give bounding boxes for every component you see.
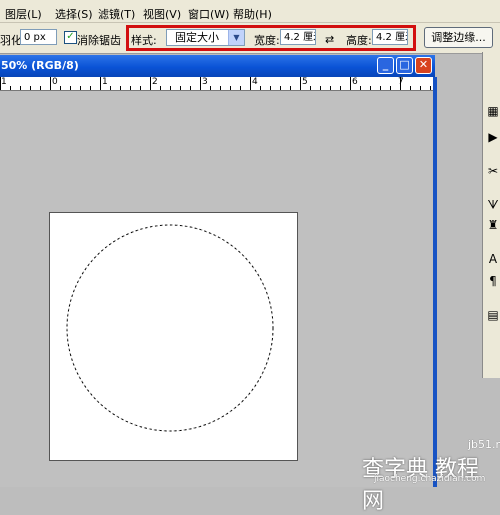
- ruler-tick: [140, 86, 141, 90]
- ruler-tick: [20, 86, 21, 90]
- selection-marquee: [66, 224, 274, 432]
- ruler-tick: [120, 86, 121, 90]
- layers-icon[interactable]: ▤: [486, 308, 500, 322]
- ruler-tick: [170, 86, 171, 90]
- ruler-tick: [50, 77, 51, 90]
- ruler-tick: [110, 86, 111, 90]
- highlight-box: [126, 25, 416, 51]
- feather-input[interactable]: 0 px: [20, 29, 57, 45]
- ruler-tick: [180, 86, 181, 90]
- menu-help[interactable]: 帮助(H): [233, 6, 272, 22]
- ruler-number: 6: [352, 77, 358, 87]
- ruler-tick: [0, 77, 1, 90]
- stamp-icon[interactable]: ♜: [486, 218, 500, 232]
- ruler-tick: [60, 86, 61, 90]
- ruler-tick: [150, 77, 151, 90]
- ruler-tick: [210, 86, 211, 90]
- ruler-tick: [230, 86, 231, 90]
- document-canvas[interactable]: [49, 212, 298, 461]
- horizontal-ruler: 1 0 1 2 3 4 5 6 7: [0, 77, 433, 91]
- ruler-tick: [340, 86, 341, 90]
- ruler-tick: [390, 86, 391, 90]
- maximize-icon[interactable]: □: [396, 57, 413, 74]
- ruler-tick: [330, 86, 331, 90]
- paragraph-icon[interactable]: ¶: [486, 274, 500, 288]
- play-icon[interactable]: ▶: [486, 130, 500, 144]
- tool-palette: ▦ ▶ ✂ ᗐ ♜ A ¶ ▤: [482, 52, 500, 378]
- refine-edge-button[interactable]: 调整边缘...: [424, 27, 493, 48]
- window-border: [433, 77, 437, 487]
- ruler-tick: [310, 86, 311, 90]
- menu-filter[interactable]: 滤镜(T): [98, 6, 135, 22]
- ruler-number: 2: [152, 77, 158, 87]
- ruler-tick: [200, 77, 201, 90]
- ruler-tick: [130, 86, 131, 90]
- ruler-tick: [80, 86, 81, 90]
- ruler-tick: [430, 86, 431, 90]
- ruler-tick: [360, 86, 361, 90]
- menu-select[interactable]: 选择(S): [55, 6, 93, 22]
- ruler-number: 4: [252, 77, 258, 87]
- menu-window[interactable]: 窗口(W): [188, 6, 229, 22]
- ruler-tick: [40, 86, 41, 90]
- ruler-tick: [260, 86, 261, 90]
- ruler-tick: [280, 86, 281, 90]
- ruler-tick: [270, 86, 271, 90]
- ruler-number: 0: [52, 77, 58, 87]
- document-titlebar[interactable]: 50% (RGB/8): [0, 55, 435, 77]
- watermark-url: jiaocheng.chazidian.com: [374, 474, 486, 484]
- ruler-tick: [90, 86, 91, 90]
- ruler-tick: [30, 86, 31, 90]
- ruler-tick: [370, 86, 371, 90]
- watermark-site: jb51.net: [468, 438, 500, 451]
- tool-icon[interactable]: ▦: [486, 104, 500, 118]
- ruler-tick: [100, 77, 101, 90]
- antialias-checkbox[interactable]: ✓: [64, 31, 77, 44]
- antialias-label: 消除锯齿: [77, 34, 121, 47]
- menu-bar: 图层(L) 选择(S) 滤镜(T) 视图(V) 窗口(W) 帮助(H): [0, 0, 500, 23]
- ruler-number: 5: [302, 77, 308, 87]
- ruler-tick: [240, 86, 241, 90]
- ruler-number: 3: [202, 77, 208, 87]
- ruler-tick: [320, 86, 321, 90]
- menu-view[interactable]: 视图(V): [143, 6, 181, 22]
- ruler-number: 1: [1, 77, 7, 87]
- document-title: 50% (RGB/8): [1, 59, 79, 72]
- ruler-tick: [380, 86, 381, 90]
- text-icon[interactable]: A: [486, 252, 500, 266]
- close-icon[interactable]: ✕: [415, 57, 432, 74]
- ruler-number: 1: [102, 77, 108, 87]
- ruler-tick: [350, 77, 351, 90]
- watermark: jb51.net 查字典 教程网 jiaocheng.chazidian.com: [362, 437, 500, 514]
- ruler-tick: [290, 86, 291, 90]
- ruler-tick: [160, 86, 161, 90]
- brush-icon[interactable]: ᗐ: [486, 198, 500, 212]
- scissors-icon[interactable]: ✂: [486, 164, 500, 178]
- ruler-tick: [10, 86, 11, 90]
- ruler-tick: [420, 86, 421, 90]
- ruler-tick: [300, 77, 301, 90]
- ruler-tick: [410, 86, 411, 90]
- ruler-tick: [250, 77, 251, 90]
- ruler-tick: [70, 86, 71, 90]
- ruler-tick: [190, 86, 191, 90]
- ruler-tick: [400, 77, 401, 90]
- ruler-tick: [220, 86, 221, 90]
- menu-layer[interactable]: 图层(L): [5, 6, 42, 22]
- minimize-icon[interactable]: _: [377, 57, 394, 74]
